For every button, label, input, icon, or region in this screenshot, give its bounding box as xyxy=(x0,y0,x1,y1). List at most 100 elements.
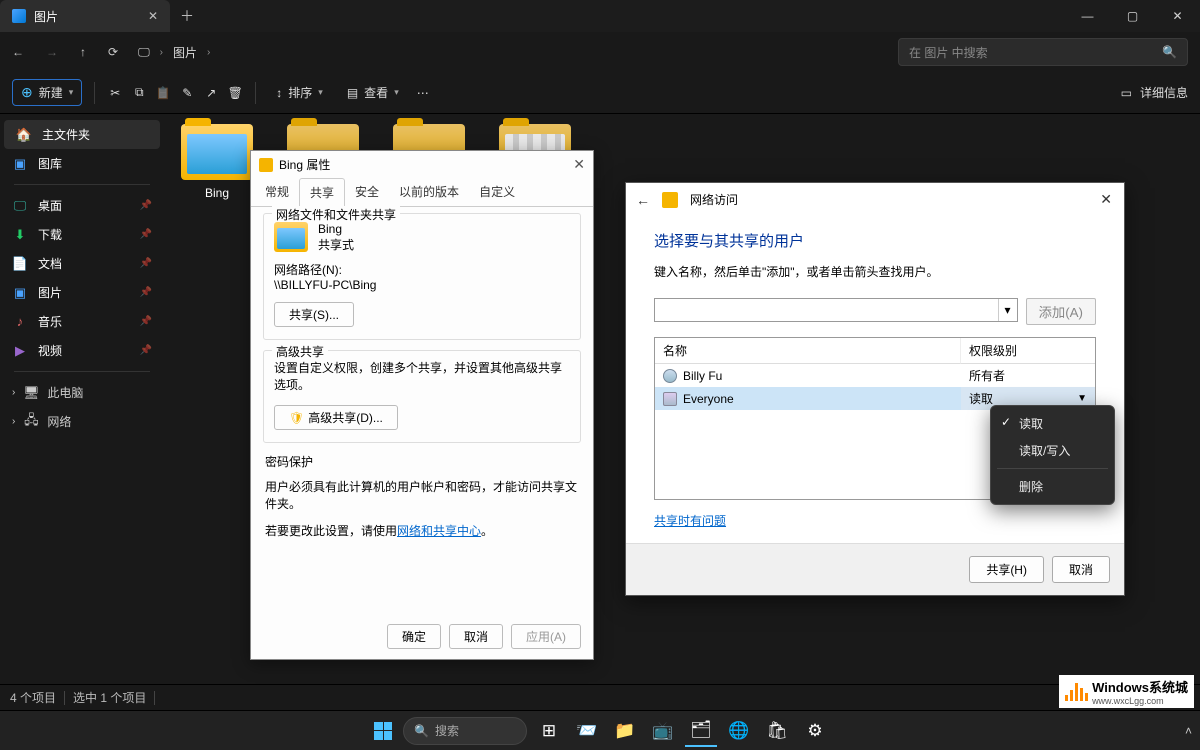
share-button[interactable]: 共享(H) xyxy=(969,556,1044,583)
section-legend: 网络文件和文件夹共享 xyxy=(272,206,400,223)
tab-previous-versions[interactable]: 以前的版本 xyxy=(389,178,469,206)
task-view-icon[interactable]: ⊞ xyxy=(533,715,565,747)
navigation-pane: 🏠 主文件夹 ▣ 图库 🖵 桌面 📌 ⬇ 下载 📌 📄 文档 📌 ▣ 图片 📌 xyxy=(0,114,164,684)
taskbar-edge[interactable]: 🌐 xyxy=(723,715,755,747)
back-icon[interactable]: ← xyxy=(12,45,24,59)
home-icon: 🏠 xyxy=(16,127,32,143)
sidebar-item-downloads[interactable]: ⬇ 下载 📌 xyxy=(0,220,164,249)
tray-chevron-icon[interactable]: ˄ xyxy=(1185,724,1192,738)
pin-icon[interactable]: 📌 xyxy=(140,229,152,240)
permission-dropdown-icon[interactable]: ▼ xyxy=(1077,393,1087,404)
tab-add-button[interactable]: ＋ xyxy=(170,6,204,26)
tab-pictures[interactable]: 图片 ✕ xyxy=(0,0,170,32)
copy-icon[interactable]: ⧉ xyxy=(131,85,147,101)
advanced-share-button[interactable]: 🛡高级共享(D)... xyxy=(274,405,398,430)
close-icon[interactable]: ✕ xyxy=(1094,189,1118,210)
taskbar-store[interactable]: 🛍 xyxy=(761,715,793,747)
pin-icon[interactable]: 📌 xyxy=(140,287,152,298)
pin-icon[interactable]: 📌 xyxy=(140,345,152,356)
sidebar-item-documents[interactable]: 📄 文档 📌 xyxy=(0,249,164,278)
menu-item-readwrite[interactable]: 读取/写入 xyxy=(991,437,1114,464)
table-row-user[interactable]: Billy Fu 所有者 xyxy=(655,364,1095,387)
back-icon[interactable]: ← xyxy=(636,192,650,208)
ok-button[interactable]: 确定 xyxy=(387,624,441,649)
share-icon[interactable]: ↗ xyxy=(203,85,219,101)
apply-button[interactable]: 应用(A) xyxy=(511,624,581,649)
adv-btn-label: 高级共享(D)... xyxy=(308,411,383,425)
up-icon[interactable]: ↑ xyxy=(80,45,86,59)
separator xyxy=(94,82,95,104)
close-icon[interactable]: ✕ xyxy=(573,156,585,173)
sidebar-item-home[interactable]: 🏠 主文件夹 xyxy=(4,120,160,149)
rename-icon[interactable]: ✎ xyxy=(179,85,195,101)
taskbar-settings[interactable]: ⚙ xyxy=(799,715,831,747)
menu-item-read[interactable]: 读取 xyxy=(991,410,1114,437)
sidebar-item-music[interactable]: ♪ 音乐 📌 xyxy=(0,307,164,336)
maximize-button[interactable]: ▢ xyxy=(1110,0,1155,32)
taskbar-app[interactable]: 📁 xyxy=(609,715,641,747)
separator xyxy=(154,691,155,705)
col-name[interactable]: 名称 xyxy=(655,338,961,364)
taskbar-explorer[interactable]: 🗂 xyxy=(685,715,717,747)
menu-item-remove[interactable]: 删除 xyxy=(991,473,1114,500)
cut-icon[interactable]: ✂ xyxy=(107,85,123,101)
start-button[interactable] xyxy=(369,717,397,745)
group-icon xyxy=(663,392,677,406)
cancel-button[interactable]: 取消 xyxy=(1052,556,1110,583)
taskbar-app[interactable]: 📨 xyxy=(571,715,603,747)
sidebar-item-pictures[interactable]: ▣ 图片 📌 xyxy=(0,278,164,307)
minimize-button[interactable]: — xyxy=(1065,0,1110,32)
search-icon[interactable]: 🔍 xyxy=(1162,45,1177,59)
sidebar-item-desktop[interactable]: 🖵 桌面 📌 xyxy=(0,191,164,220)
details-pane-icon[interactable]: ▭ xyxy=(1121,86,1132,100)
tab-general[interactable]: 常规 xyxy=(255,178,299,206)
cancel-button[interactable]: 取消 xyxy=(449,624,503,649)
sharing-problem-link[interactable]: 共享时有问题 xyxy=(654,512,1096,529)
col-permission[interactable]: 权限级别 xyxy=(961,338,1095,364)
add-button[interactable]: 添加(A) xyxy=(1026,298,1096,325)
sidebar-label: 网络 xyxy=(47,413,71,430)
breadcrumb[interactable]: 🖵 › 图片 › xyxy=(138,44,210,61)
sidebar-item-videos[interactable]: ▶ 视频 📌 xyxy=(0,336,164,365)
pin-icon[interactable]: 📌 xyxy=(140,258,152,269)
delete-icon[interactable]: 🗑 xyxy=(227,85,243,101)
network-center-link[interactable]: 网络和共享中心 xyxy=(397,524,481,538)
separator xyxy=(14,371,150,372)
share-button[interactable]: 共享(S)... xyxy=(274,302,354,327)
dialog-header: ← 网络访问 xyxy=(626,183,1124,216)
system-tray[interactable]: ˄ xyxy=(1185,724,1192,738)
sidebar-item-gallery[interactable]: ▣ 图库 xyxy=(0,149,164,178)
taskbar-app[interactable]: 📺 xyxy=(647,715,679,747)
tab-sharing[interactable]: 共享 xyxy=(299,178,345,207)
close-button[interactable]: ✕ xyxy=(1155,0,1200,32)
sidebar-item-network[interactable]: › 🖧 网络 xyxy=(0,407,164,436)
pin-icon[interactable]: 📌 xyxy=(140,200,152,211)
videos-icon: ▶ xyxy=(12,343,28,359)
folder-bing[interactable]: Bing xyxy=(174,124,260,674)
property-tabs: 常规 共享 安全 以前的版本 自定义 xyxy=(251,178,593,207)
taskbar-search[interactable]: 🔍 搜索 xyxy=(403,717,527,745)
user-combobox[interactable]: ▾ xyxy=(654,298,1018,322)
tab-customize[interactable]: 自定义 xyxy=(469,178,525,206)
sidebar-item-thispc[interactable]: › 🖥 此电脑 xyxy=(0,378,164,407)
status-bar: 4 个项目 选中 1 个项目 ≡ ▦ xyxy=(0,684,1200,710)
forward-icon[interactable]: → xyxy=(46,45,58,59)
pictures-icon: ▣ xyxy=(12,285,28,301)
dialog-titlebar[interactable]: Bing 属性 ✕ xyxy=(251,151,593,178)
breadcrumb-item[interactable]: 图片 xyxy=(173,44,197,61)
dropdown-icon[interactable]: ▾ xyxy=(998,299,1017,321)
more-icon[interactable]: ⋯ xyxy=(415,85,431,101)
tab-close-icon[interactable]: ✕ xyxy=(148,9,158,23)
separator xyxy=(255,82,256,104)
view-button[interactable]: ▤ 查看 ▾ xyxy=(339,80,407,105)
new-button[interactable]: ⊕ 新建 ▾ xyxy=(12,79,82,106)
pin-icon[interactable]: 📌 xyxy=(140,316,152,327)
details-label[interactable]: 详细信息 xyxy=(1140,84,1188,101)
paste-icon[interactable]: 📋 xyxy=(155,85,171,101)
search-input[interactable]: 在 图片 中搜索 🔍 xyxy=(898,38,1188,66)
sort-button[interactable]: ↕ 排序 ▾ xyxy=(268,80,331,105)
section-legend: 高级共享 xyxy=(272,343,328,360)
tab-security[interactable]: 安全 xyxy=(345,178,389,206)
sidebar-label: 桌面 xyxy=(38,197,62,214)
refresh-icon[interactable]: ⟳ xyxy=(108,45,118,59)
